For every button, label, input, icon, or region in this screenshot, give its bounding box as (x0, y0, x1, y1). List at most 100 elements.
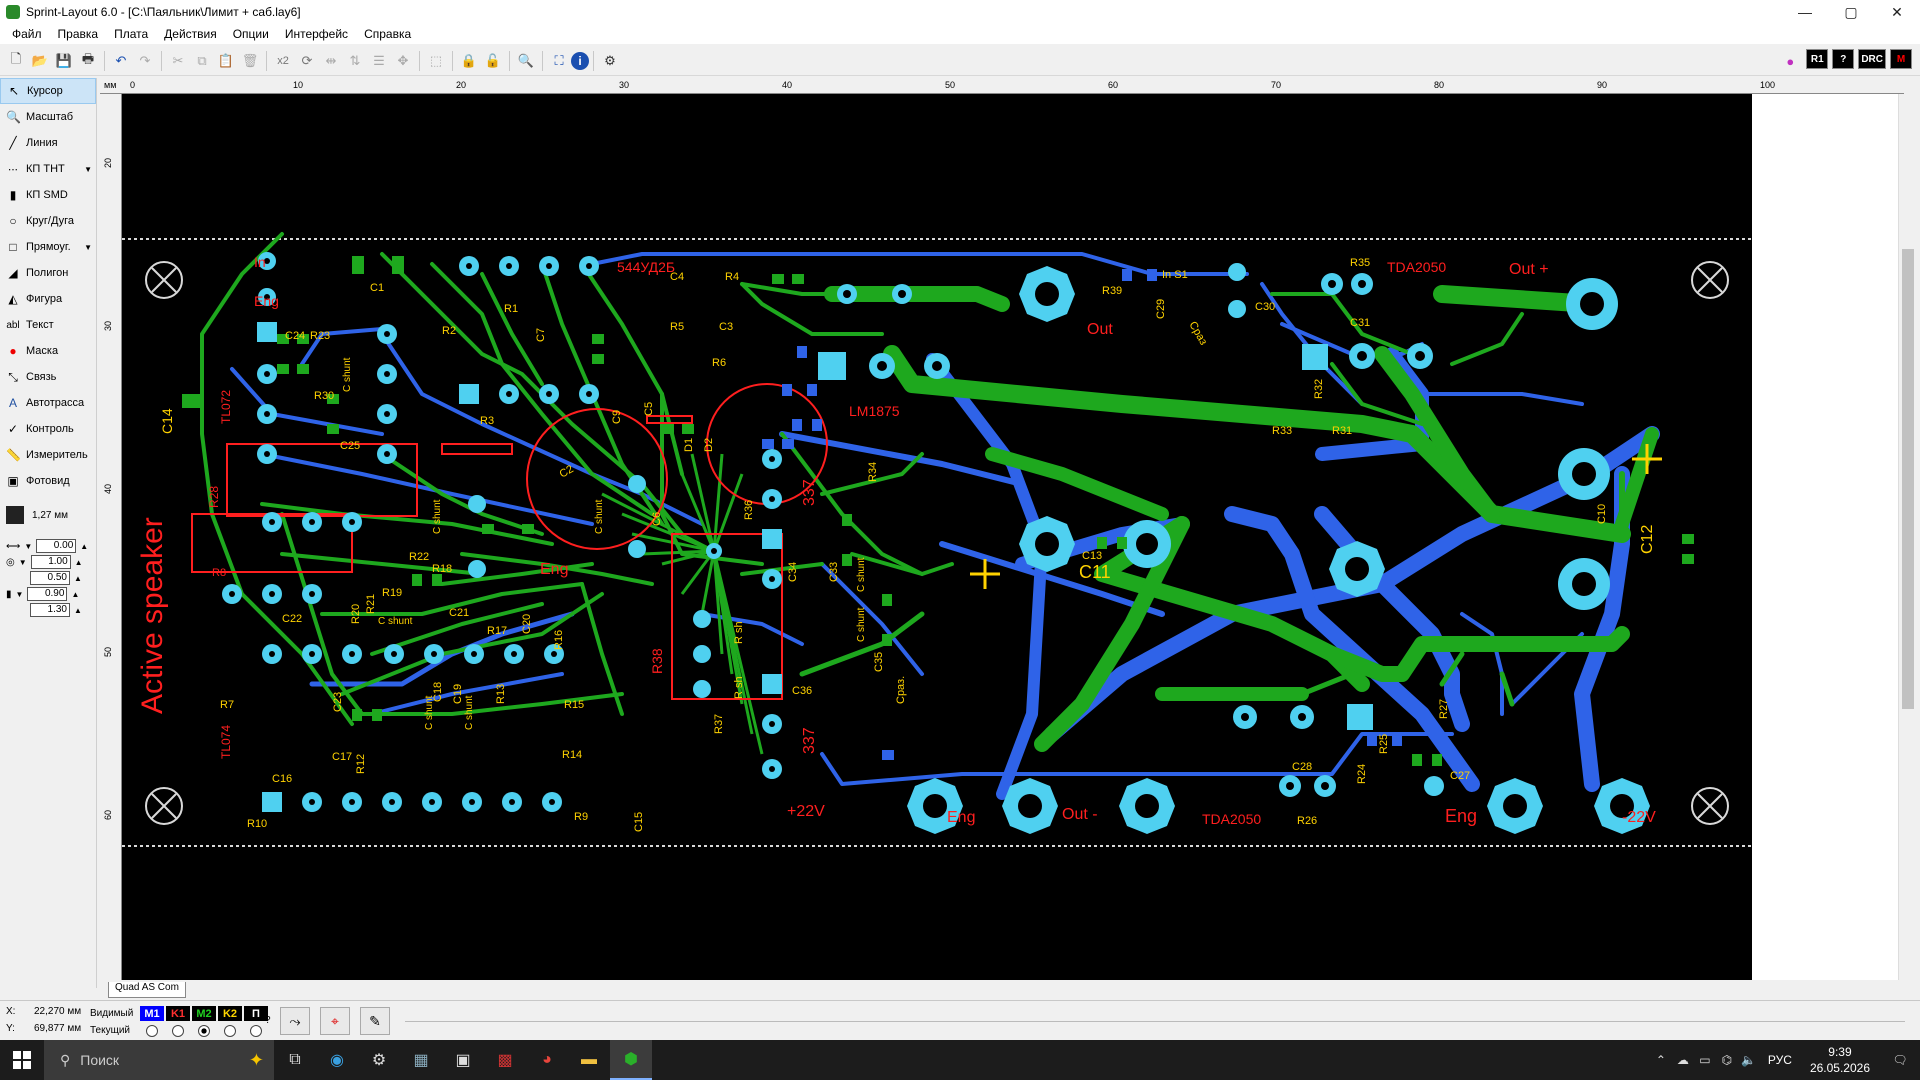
current-layer-m1-radio[interactable] (146, 1024, 158, 1037)
current-layer-m2-radio[interactable] (198, 1024, 210, 1037)
copy-icon[interactable]: ⧉ (190, 49, 214, 73)
pad-inner-field[interactable]: 0.50 (30, 571, 70, 585)
route-mode-icon[interactable]: ⤳ (280, 1007, 310, 1035)
gallery-icon[interactable]: ▣ (442, 1040, 484, 1080)
snap-icon[interactable]: ✥ (391, 49, 415, 73)
color-ball-icon[interactable]: ● (1778, 49, 1802, 73)
tool-measure[interactable]: 📏 Измеритель (0, 442, 96, 468)
minimize-button[interactable]: — (1782, 0, 1828, 24)
redo-icon[interactable]: ↷ (133, 49, 157, 73)
close-button[interactable]: ✕ (1874, 0, 1920, 24)
align-icon[interactable]: ☰ (367, 49, 391, 73)
mirror-v-icon[interactable]: ⇅ (343, 49, 367, 73)
clock[interactable]: 9:39 26.05.2026 (1800, 1044, 1880, 1076)
unlock-icon[interactable]: 🔓 (481, 49, 505, 73)
layer-m2[interactable]: M2 (192, 1006, 216, 1021)
delete-icon[interactable]: 🗑 (238, 49, 262, 73)
print-icon[interactable]: 🖶 (76, 49, 100, 73)
help-badge[interactable]: ? (1832, 49, 1855, 69)
pcb-label: C15 (633, 812, 645, 832)
pen-icon[interactable]: ✎ (360, 1007, 390, 1035)
current-layer-k2-radio[interactable] (224, 1024, 236, 1037)
taskbar-search[interactable]: ⚲ Поиск ✦ (44, 1040, 274, 1080)
current-layer-p-radio[interactable] (250, 1024, 262, 1037)
tool-check[interactable]: ✓ Контроль (0, 416, 96, 442)
r1-badge[interactable]: R1 (1806, 49, 1829, 69)
new-file-icon[interactable]: 🗋 (4, 49, 28, 73)
notifications-icon[interactable]: 🗨 (1880, 1053, 1920, 1067)
rotate-icon[interactable]: ⟳ (295, 49, 319, 73)
tool-smd-pad[interactable]: ▮ КП SMD (0, 182, 96, 208)
track-width-field[interactable]: 0.00 (36, 539, 77, 553)
undo-icon[interactable]: ↶ (109, 49, 133, 73)
menu-board[interactable]: Плата (106, 27, 156, 41)
pcb-label: 544УД2Б (617, 259, 675, 275)
calculator-icon[interactable]: ▦ (400, 1040, 442, 1080)
layer-m1[interactable]: M1 (140, 1006, 164, 1021)
zoom-icon[interactable]: 🔍 (514, 49, 538, 73)
menu-actions[interactable]: Действия (156, 27, 225, 41)
tool-rectangle[interactable]: □ Прямоуг. ▼ (0, 234, 96, 260)
info-icon[interactable]: i (571, 51, 589, 70)
tool-polygon[interactable]: ◢ Полигон (0, 260, 96, 286)
pcb-canvas[interactable]: In Eng 544УД2Б Out LM1875 Active speaker… (122, 94, 1752, 980)
tool-tht-pad[interactable]: ∙∙∙ КП ТНТ ▼ (0, 156, 96, 182)
tool-autoroute[interactable]: A Автотрасса (0, 390, 96, 416)
settings-gear-icon[interactable]: ⚙ (598, 49, 622, 73)
app-icon-generic[interactable]: ⚙ (358, 1040, 400, 1080)
tool-line[interactable]: ╱ Линия (0, 130, 96, 156)
mirror-h-icon[interactable]: ⇹ (319, 49, 343, 73)
edge-icon[interactable]: ◉ (316, 1040, 358, 1080)
language-indicator[interactable]: РУС (1760, 1053, 1800, 1067)
cut-icon[interactable]: ✂ (166, 49, 190, 73)
circuit-app-icon[interactable]: ▩ (484, 1040, 526, 1080)
tool-mask[interactable]: ● Маска (0, 338, 96, 364)
macro-badge[interactable]: M (1890, 49, 1912, 69)
battery-icon[interactable]: ▭ (1694, 1053, 1716, 1067)
smd-height-field[interactable]: 1.30 (30, 603, 70, 617)
crosshair-icon[interactable]: ⌖ (320, 1007, 350, 1035)
cloud-icon[interactable]: ☁ (1672, 1053, 1694, 1067)
grid-setting[interactable]: 1,27 мм (0, 502, 96, 528)
menu-help[interactable]: Справка (356, 27, 419, 41)
tool-zoom[interactable]: 🔍 Масштаб (0, 104, 96, 130)
layer-k1[interactable]: K1 (166, 1006, 190, 1021)
paste-icon[interactable]: 📋 (214, 49, 238, 73)
drc-badge[interactable]: DRC (1858, 49, 1886, 69)
tool-cursor[interactable]: ↖ Курсор (0, 78, 96, 104)
menu-file[interactable]: Файл (4, 27, 50, 41)
tool-connection[interactable]: ⤡ Связь (0, 364, 96, 390)
duplicate-button[interactable]: x2 (271, 49, 295, 73)
scrollbar-thumb[interactable] (1902, 249, 1914, 709)
help-mark[interactable]: ? (265, 1015, 271, 1026)
network-icon[interactable]: ⌬ (1716, 1053, 1738, 1067)
lock-icon[interactable]: 🔒 (457, 49, 481, 73)
chrome-icon[interactable]: ◕ (526, 1040, 568, 1080)
menu-edit[interactable]: Правка (50, 27, 107, 41)
tool-photo-view[interactable]: ▣ Фотовид (0, 468, 96, 494)
menu-options[interactable]: Опции (225, 27, 277, 41)
group-icon[interactable]: ⬚ (424, 49, 448, 73)
crop-icon[interactable]: ⛶ (547, 49, 571, 73)
volume-icon[interactable]: 🔈 (1738, 1053, 1760, 1067)
tool-text[interactable]: abl Текст (0, 312, 96, 338)
menu-interface[interactable]: Интерфейс (277, 27, 356, 41)
windows-start-icon[interactable] (0, 1040, 44, 1080)
chevron-up-icon[interactable]: ⌃ (1650, 1053, 1672, 1067)
smd-width-field[interactable]: 0.90 (27, 587, 68, 601)
pcb-label: C1 (370, 282, 384, 294)
file-explorer-icon[interactable]: ▬ (568, 1040, 610, 1080)
tool-figure[interactable]: ◭ Фигура (0, 286, 96, 312)
layer-k2[interactable]: K2 (218, 1006, 242, 1021)
save-icon[interactable]: 💾 (52, 49, 76, 73)
pcb-drawing[interactable]: In Eng 544УД2Б Out LM1875 Active speaker… (122, 94, 1752, 980)
vertical-scrollbar[interactable] (1898, 94, 1916, 980)
pad-outer-field[interactable]: 1.00 (30, 555, 71, 569)
sprint-layout-taskbar-icon[interactable]: ⬢ (610, 1040, 652, 1080)
task-view-icon[interactable]: ⧉ (274, 1040, 316, 1080)
tool-circle[interactable]: ○ Круг/Дуга (0, 208, 96, 234)
open-folder-icon[interactable]: 📂 (28, 49, 52, 73)
sheet-tab[interactable]: Quad AS Com (108, 982, 186, 998)
current-layer-k1-radio[interactable] (172, 1024, 184, 1037)
maximize-button[interactable]: ▢ (1828, 0, 1874, 24)
